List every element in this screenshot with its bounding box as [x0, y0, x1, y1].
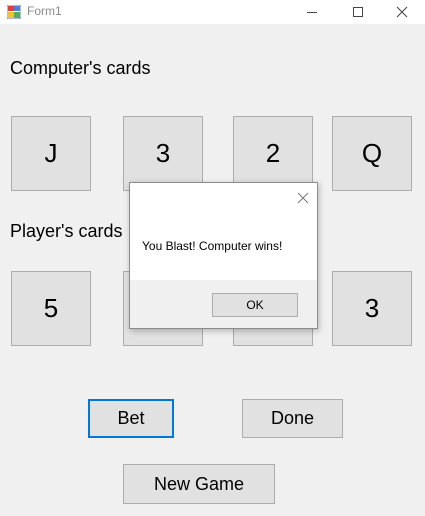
minimize-icon	[307, 12, 317, 13]
dialog-body: You Blast! Computer wins!	[130, 183, 317, 280]
computer-card-3[interactable]: 2	[233, 116, 313, 191]
new-game-button[interactable]: New Game	[123, 464, 275, 504]
form-app-icon	[6, 4, 22, 20]
window-title: Form1	[27, 4, 62, 18]
maximize-button[interactable]	[335, 0, 381, 24]
message-dialog[interactable]: You Blast! Computer wins! OK	[129, 182, 318, 329]
done-button[interactable]: Done	[242, 399, 343, 438]
player-card-4[interactable]: 3	[332, 271, 412, 346]
player-card-1[interactable]: 5	[11, 271, 91, 346]
computer-card-1[interactable]: J	[11, 116, 91, 191]
dialog-close-icon[interactable]	[296, 191, 310, 205]
close-icon	[396, 6, 408, 18]
dialog-ok-button[interactable]: OK	[212, 293, 298, 317]
minimize-button[interactable]	[289, 0, 335, 24]
computer-cards-label: Computer's cards	[10, 58, 151, 78]
bet-button[interactable]: Bet	[88, 399, 174, 438]
computer-card-2[interactable]: 3	[123, 116, 203, 191]
close-button[interactable]	[379, 0, 425, 24]
dialog-message: You Blast! Computer wins!	[142, 239, 283, 253]
player-cards-label: Player's cards	[10, 221, 123, 241]
maximize-icon	[353, 7, 363, 17]
computer-card-4[interactable]: Q	[332, 116, 412, 191]
title-bar[interactable]: Form1	[0, 0, 425, 24]
